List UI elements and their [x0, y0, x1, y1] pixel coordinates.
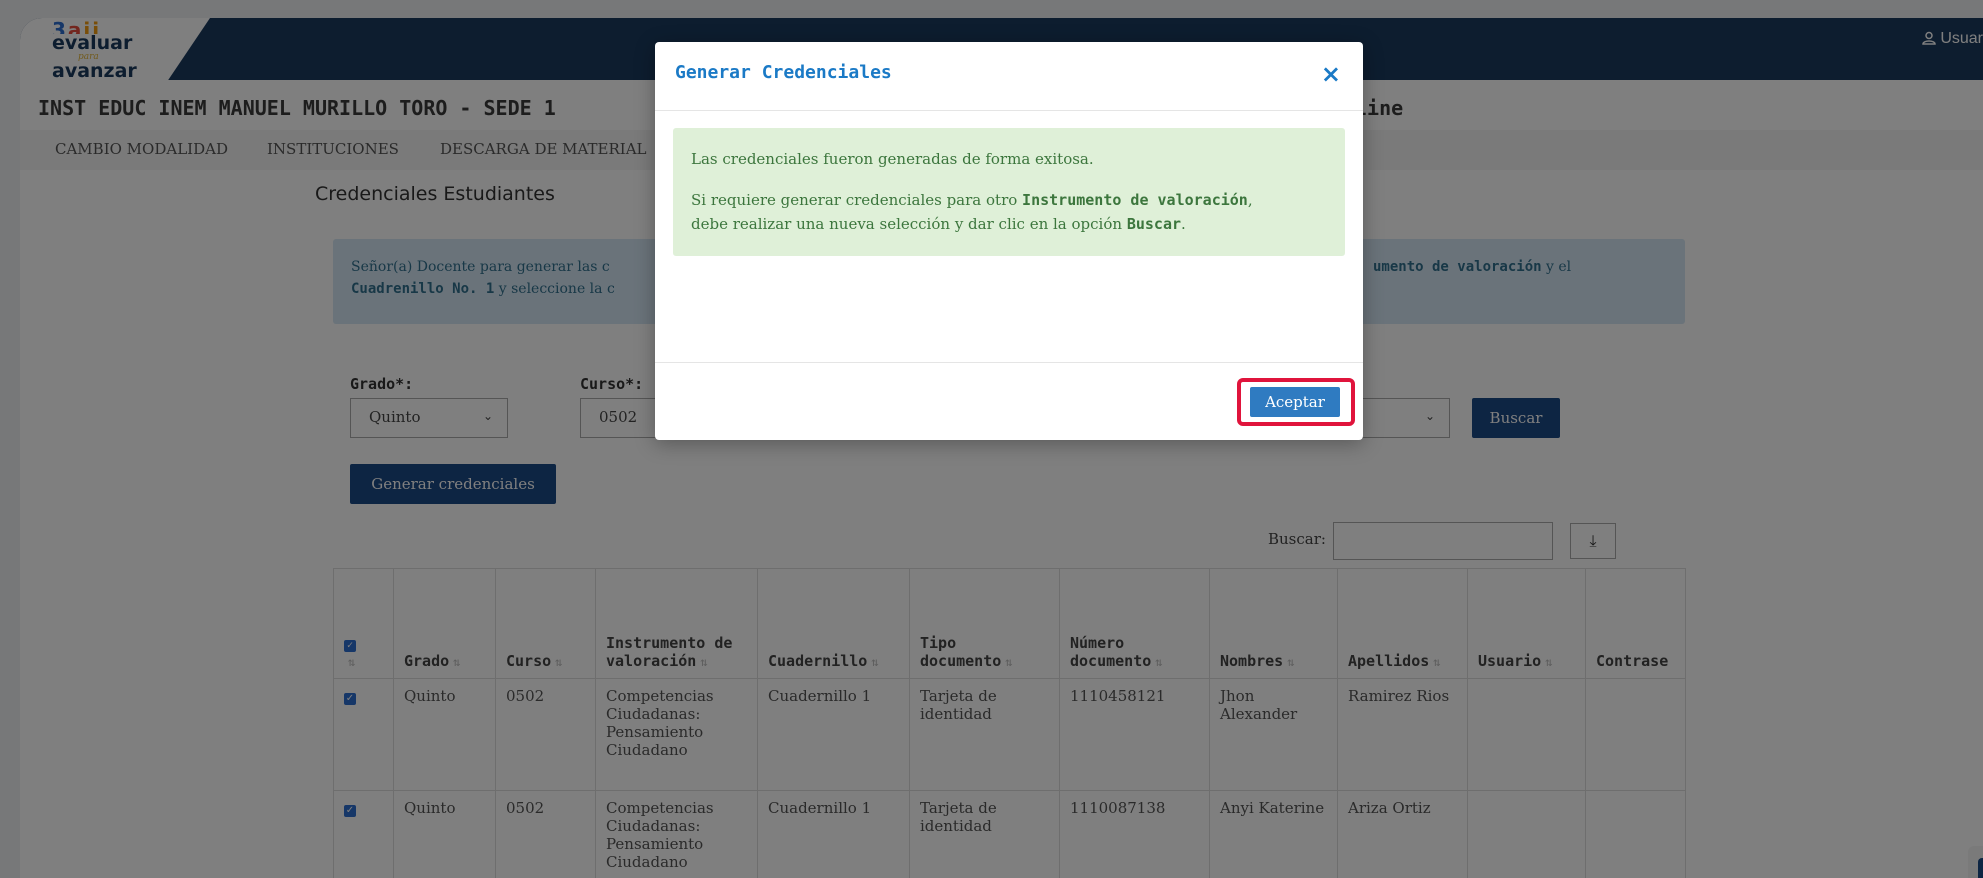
- generar-credenciales-modal: Generar Credenciales × Las credenciales …: [655, 42, 1363, 440]
- modal-header-divider: [655, 110, 1363, 111]
- accept-button[interactable]: Aceptar: [1250, 387, 1340, 417]
- success-message: Las credenciales fueron generadas de for…: [691, 150, 1094, 168]
- success-hint-line-1: Si requiere generar credenciales para ot…: [691, 191, 1253, 209]
- modal-footer-divider: [655, 362, 1363, 363]
- success-hint-line-2: debe realizar una nueva selección y dar …: [691, 215, 1186, 233]
- modal-title: Generar Credenciales: [675, 62, 892, 83]
- close-icon[interactable]: ×: [1321, 60, 1341, 88]
- success-alert: Las credenciales fueron generadas de for…: [673, 128, 1345, 256]
